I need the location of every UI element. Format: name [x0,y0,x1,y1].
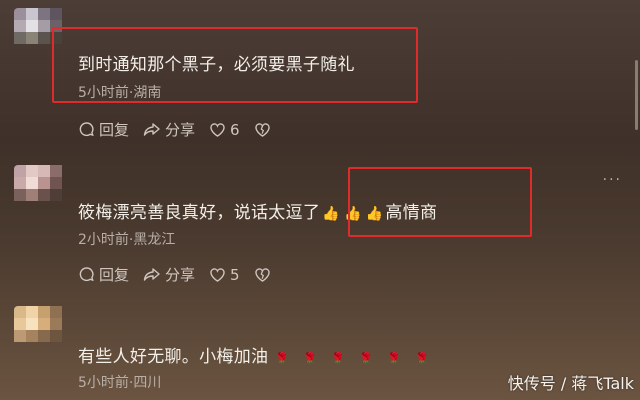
share-label: 分享 [165,121,196,139]
comment-text: 有些人好无聊。小梅加油 🌹 🌹 🌹 🌹 🌹 🌹 [78,342,436,367]
rose-icon: 🌹 [359,352,374,365]
heart-icon [210,267,225,282]
like-button[interactable]: 6 [209,121,240,139]
share-button[interactable]: 分享 [143,119,195,140]
reply-icon [79,267,94,282]
comment-actions: 回复 分享 5 [78,264,271,285]
rose-icon: 🌹 [387,352,402,365]
heart-icon [210,122,225,137]
share-icon [143,268,160,281]
rose-icon: 🌹 [303,352,318,365]
comment-meta: 5小时前·四川 [78,375,162,391]
broken-heart-icon [254,267,270,282]
share-label: 分享 [165,266,196,284]
avatar[interactable] [14,306,70,354]
comment-actions: 回复 分享 6 [78,119,271,140]
highlight-box [52,27,418,103]
scrollbar[interactable] [635,60,638,130]
more-options-button[interactable]: ··· [603,172,622,188]
like-count: 6 [230,120,240,139]
avatar[interactable] [14,165,70,213]
reply-icon [79,122,94,137]
dislike-button[interactable] [254,267,271,283]
rose-icon: 🌹 [415,352,430,365]
watermark: 快传号 / 蒋飞Talk [507,374,634,393]
rose-icon: 🌹 [331,352,346,365]
reply-label: 回复 [99,266,130,284]
like-button[interactable]: 5 [209,266,240,284]
thumbs-up-icon: 👍 [322,206,340,222]
broken-heart-icon [254,122,270,137]
rose-icon: 🌹 [275,352,290,365]
like-count: 5 [230,265,240,284]
share-icon [143,123,160,136]
comment-text-prefix: 有些人好无聊。小梅加油 [78,347,269,367]
reply-button[interactable]: 回复 [78,264,129,285]
reply-label: 回复 [99,121,130,139]
comment-text-prefix: 筱梅漂亮善良真好，说话太逗了 [78,203,321,223]
dislike-button[interactable] [254,122,271,138]
reply-button[interactable]: 回复 [78,119,129,140]
highlight-box [348,167,532,237]
comment-meta: 2小时前·黑龙江 [78,232,176,248]
share-button[interactable]: 分享 [143,264,195,285]
